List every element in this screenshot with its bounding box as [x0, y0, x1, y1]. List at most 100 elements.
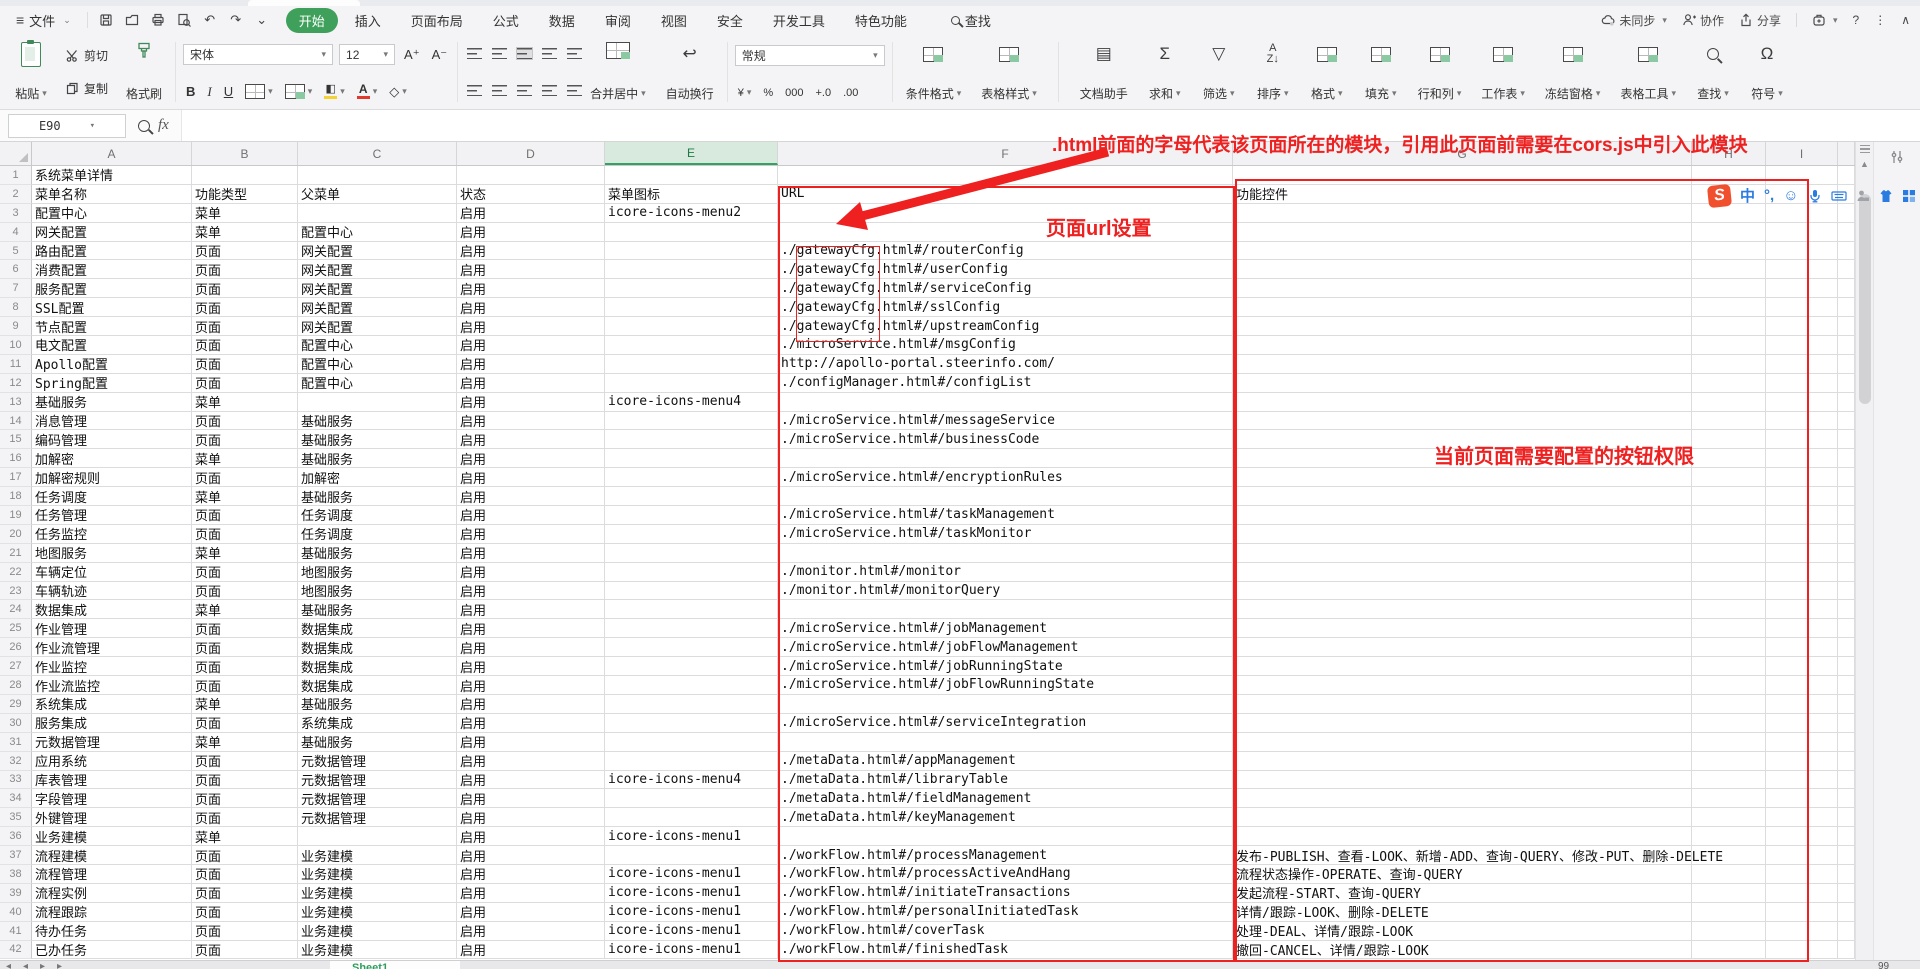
- cell-A3[interactable]: 配置中心: [32, 204, 192, 223]
- cell-I32[interactable]: [1766, 752, 1838, 771]
- cell-F38[interactable]: ./workFlow.html#/processActiveAndHang: [778, 865, 1233, 884]
- cell-G30[interactable]: [1233, 714, 1692, 733]
- cell-E16[interactable]: [605, 449, 778, 468]
- cell-B39[interactable]: 页面: [192, 884, 298, 903]
- cell-C41[interactable]: 业务建模: [298, 922, 457, 941]
- cell-B16[interactable]: 菜单: [192, 449, 298, 468]
- cell-D30[interactable]: 启用: [457, 714, 605, 733]
- cell-B11[interactable]: 页面: [192, 355, 298, 374]
- tab-审阅[interactable]: 审阅: [592, 8, 644, 33]
- cell-G7[interactable]: [1233, 279, 1692, 298]
- cell-H16[interactable]: [1692, 449, 1766, 468]
- cell-H17[interactable]: [1692, 468, 1766, 487]
- cell-E12[interactable]: [605, 374, 778, 393]
- cell-A1[interactable]: 系统菜单详情: [32, 166, 192, 185]
- row-header-28[interactable]: 28: [0, 676, 32, 695]
- table-tools-button[interactable]: 表格工具▾: [1614, 39, 1682, 105]
- cell-C29[interactable]: 基础服务: [298, 695, 457, 714]
- cell-E31[interactable]: [605, 733, 778, 752]
- cell-B36[interactable]: 菜单: [192, 827, 298, 846]
- cell-H22[interactable]: [1692, 563, 1766, 582]
- column-header-H[interactable]: H: [1692, 142, 1766, 165]
- cell-B23[interactable]: 页面: [192, 582, 298, 601]
- active-sheet-name[interactable]: Sheet1: [352, 962, 388, 969]
- row-header-36[interactable]: 36: [0, 827, 32, 846]
- cell-D32[interactable]: 启用: [457, 752, 605, 771]
- active-sheet-tab[interactable]: [330, 961, 460, 969]
- cell-C34[interactable]: 元数据管理: [298, 789, 457, 808]
- cell-E26[interactable]: [605, 638, 778, 657]
- cell-E6[interactable]: [605, 260, 778, 279]
- select-all-corner[interactable]: [0, 142, 32, 165]
- cell-H4[interactable]: [1692, 223, 1766, 242]
- cell-I19[interactable]: [1766, 506, 1838, 525]
- cell-B30[interactable]: 页面: [192, 714, 298, 733]
- cell-E18[interactable]: [605, 487, 778, 506]
- cell-F22[interactable]: ./monitor.html#/monitor: [778, 563, 1233, 582]
- font-color-button[interactable]: A▾: [354, 84, 381, 99]
- row-header-8[interactable]: 8: [0, 298, 32, 317]
- cell-C9[interactable]: 网关配置: [298, 317, 457, 336]
- cell-D33[interactable]: 启用: [457, 771, 605, 790]
- cell-H27[interactable]: [1692, 657, 1766, 676]
- cell-B1[interactable]: [192, 166, 298, 185]
- cell-G21[interactable]: [1233, 544, 1692, 563]
- cell-I25[interactable]: [1766, 619, 1838, 638]
- cell-E11[interactable]: [605, 355, 778, 374]
- cell-B21[interactable]: 菜单: [192, 544, 298, 563]
- cell-I16[interactable]: [1766, 449, 1838, 468]
- cell-G10[interactable]: [1233, 336, 1692, 355]
- cell-A27[interactable]: 作业监控: [32, 657, 192, 676]
- row-header-38[interactable]: 38: [0, 865, 32, 884]
- align-top-button[interactable]: [467, 48, 482, 59]
- cell-C22[interactable]: 地图服务: [298, 563, 457, 582]
- cell-B19[interactable]: 页面: [192, 506, 298, 525]
- cell-E36[interactable]: icore-icons-menu1: [605, 827, 778, 846]
- cell-B18[interactable]: 菜单: [192, 487, 298, 506]
- cell-F11[interactable]: http://apollo-portal.steerinfo.com/: [778, 355, 1233, 374]
- cell-G42[interactable]: 撤回-CANCEL、详情/跟踪-LOOK: [1233, 941, 1692, 960]
- column-header-E[interactable]: E: [605, 142, 778, 165]
- row-header-30[interactable]: 30: [0, 714, 32, 733]
- shading-button[interactable]: ▾: [282, 84, 316, 99]
- more-commands-icon[interactable]: ⌄: [254, 12, 270, 28]
- cell-B27[interactable]: 页面: [192, 657, 298, 676]
- cell-E33[interactable]: icore-icons-menu4: [605, 771, 778, 790]
- cell-F24[interactable]: [778, 600, 1233, 619]
- cell-I20[interactable]: [1766, 525, 1838, 544]
- cell-E19[interactable]: [605, 506, 778, 525]
- cell-C27[interactable]: 数据集成: [298, 657, 457, 676]
- cell-C2[interactable]: 父菜单: [298, 185, 457, 204]
- cell-G34[interactable]: [1233, 789, 1692, 808]
- cell-D40[interactable]: 启用: [457, 903, 605, 922]
- cell-H40[interactable]: [1692, 903, 1766, 922]
- paste-button[interactable]: 粘贴▾: [8, 39, 54, 105]
- cell-H41[interactable]: [1692, 922, 1766, 941]
- cell-A33[interactable]: 库表管理: [32, 771, 192, 790]
- cell-B35[interactable]: 页面: [192, 808, 298, 827]
- row-header-37[interactable]: 37: [0, 846, 32, 865]
- cell-A28[interactable]: 作业流监控: [32, 676, 192, 695]
- cell-B34[interactable]: 页面: [192, 789, 298, 808]
- justify-button[interactable]: [542, 85, 557, 96]
- cell-H24[interactable]: [1692, 600, 1766, 619]
- cell-B28[interactable]: 页面: [192, 676, 298, 695]
- cell-C23[interactable]: 地图服务: [298, 582, 457, 601]
- cell-G6[interactable]: [1233, 260, 1692, 279]
- cell-B9[interactable]: 页面: [192, 317, 298, 336]
- cell-F13[interactable]: [778, 393, 1233, 412]
- cell-C36[interactable]: [298, 827, 457, 846]
- cell-D37[interactable]: 启用: [457, 846, 605, 865]
- cell-I21[interactable]: [1766, 544, 1838, 563]
- cell-D42[interactable]: 启用: [457, 941, 605, 960]
- export-icon[interactable]: [124, 12, 140, 28]
- clear-format-button[interactable]: ◇▾: [386, 84, 410, 100]
- row-header-22[interactable]: 22: [0, 563, 32, 582]
- cell-E5[interactable]: [605, 242, 778, 261]
- cell-H29[interactable]: [1692, 695, 1766, 714]
- cell-C3[interactable]: [298, 204, 457, 223]
- cell-F3[interactable]: [778, 204, 1233, 223]
- cell-D13[interactable]: 启用: [457, 393, 605, 412]
- cell-D14[interactable]: 启用: [457, 412, 605, 431]
- align-bottom-button[interactable]: [517, 48, 532, 59]
